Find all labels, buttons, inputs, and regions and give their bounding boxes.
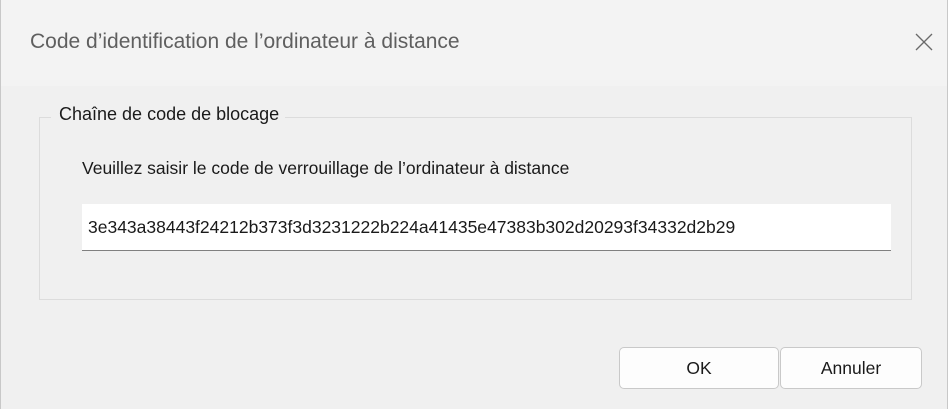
- dialog-window: Code d’identification de l’ordinateur à …: [0, 0, 948, 409]
- close-button[interactable]: [901, 14, 947, 70]
- dialog-title: Code d’identification de l’ordinateur à …: [30, 30, 460, 53]
- code-prompt-label: Veuillez saisir le code de verrouillage …: [82, 158, 570, 178]
- close-icon: [915, 33, 933, 51]
- cancel-button[interactable]: Annuler: [780, 347, 922, 389]
- lock-code-input[interactable]: [82, 204, 891, 251]
- ok-button[interactable]: OK: [619, 347, 779, 389]
- groupbox-legend: Chaîne de code de blocage: [51, 104, 286, 125]
- title-bar[interactable]: Code d’identification de l’ordinateur à …: [1, 0, 947, 86]
